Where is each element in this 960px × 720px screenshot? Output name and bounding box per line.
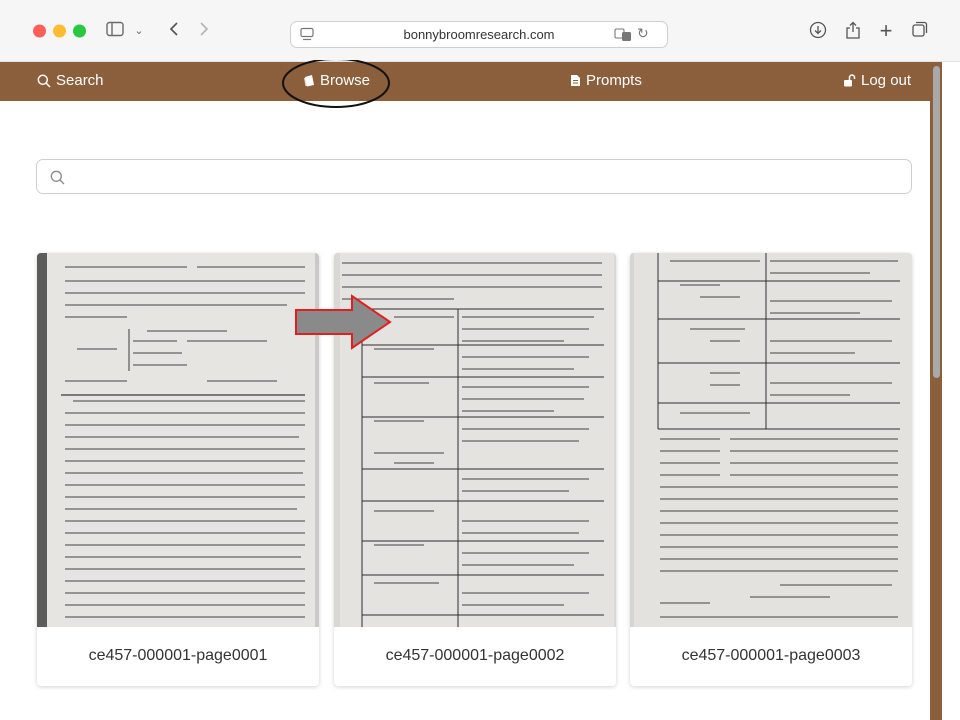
nav-browse-label: Browse	[320, 72, 371, 89]
nav-prompts-label: Prompts	[586, 72, 642, 89]
card-title[interactable]: ce457-000001-page0002	[334, 647, 616, 665]
new-tab-icon[interactable]: +	[877, 20, 895, 42]
nav-search[interactable]: Search	[37, 72, 104, 89]
browser-toolbar: ⌄ bonnybroomresearch.com ↻ +	[0, 0, 960, 62]
minimize-window-button[interactable]	[53, 24, 66, 38]
card-title[interactable]: ce457-000001-page0003	[630, 647, 912, 665]
chevron-down-icon[interactable]: ⌄	[132, 21, 146, 41]
nav-logout[interactable]: Log out	[843, 72, 911, 89]
search-icon	[37, 74, 51, 88]
translate-icon[interactable]	[614, 27, 634, 46]
reload-icon[interactable]: ↻	[637, 25, 649, 42]
download-icon[interactable]	[808, 21, 828, 41]
document-card[interactable]: ce457-000001-page0001	[37, 253, 319, 686]
search-input[interactable]	[36, 159, 912, 194]
nav-search-label: Search	[56, 72, 104, 89]
document-card[interactable]: ce457-000001-page0003	[630, 253, 912, 686]
document-icon	[571, 75, 580, 86]
scrollbar-thumb[interactable]	[933, 66, 940, 378]
url-text: bonnybroomresearch.com	[403, 27, 555, 42]
nav-logout-label: Log out	[861, 72, 912, 89]
zoom-window-button[interactable]	[73, 24, 86, 38]
forward-icon[interactable]	[196, 21, 212, 41]
nav-browse[interactable]: Browse	[303, 72, 370, 89]
nav-prompts[interactable]: Prompts	[570, 72, 642, 89]
unlock-icon	[844, 74, 856, 87]
address-bar[interactable]: bonnybroomresearch.com ↻	[290, 21, 668, 48]
site-nav: Search Browse Prompts Log out	[0, 62, 930, 101]
back-icon[interactable]	[166, 21, 182, 41]
document-thumbnail[interactable]	[334, 253, 616, 627]
close-window-button[interactable]	[33, 24, 46, 38]
sidebar-toggle-icon[interactable]	[104, 21, 126, 41]
tab-overview-icon[interactable]	[910, 21, 930, 41]
share-icon[interactable]	[843, 21, 863, 41]
card-title[interactable]: ce457-000001-page0001	[37, 647, 319, 665]
browse-icon	[304, 75, 314, 87]
search-icon	[50, 170, 65, 185]
document-thumbnail[interactable]	[630, 253, 912, 627]
document-thumbnail[interactable]	[37, 253, 319, 627]
document-card[interactable]: ce457-000001-page0002	[334, 253, 616, 686]
